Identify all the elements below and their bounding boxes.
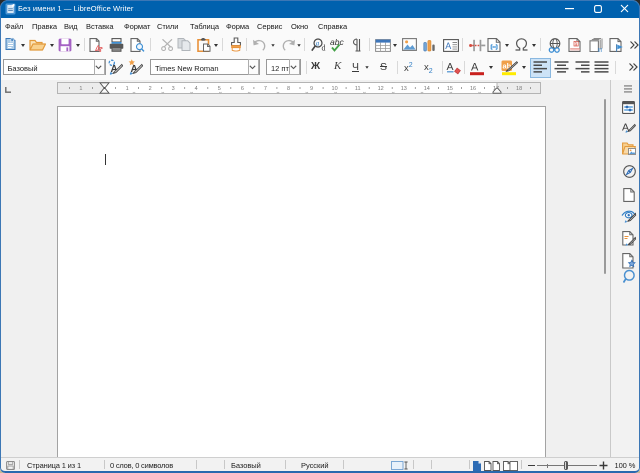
svg-text:16: 16 [470, 86, 476, 92]
svg-text:d: d [322, 44, 326, 53]
svg-text:[i]: [i] [598, 48, 603, 52]
svg-text:8: 8 [287, 86, 290, 92]
svg-text:15: 15 [447, 86, 453, 92]
svg-text:5: 5 [218, 86, 221, 92]
svg-text:A: A [447, 61, 454, 73]
svg-text:A: A [471, 61, 479, 73]
svg-text:4: 4 [195, 86, 198, 92]
svg-text:1: 1 [79, 86, 82, 92]
svg-text:a: a [316, 40, 320, 48]
svg-text:10: 10 [332, 86, 338, 92]
svg-text:A: A [445, 41, 451, 51]
svg-text:2: 2 [149, 86, 152, 92]
svg-text:7: 7 [264, 86, 267, 92]
svg-text:3: 3 [172, 86, 175, 92]
svg-text:9: 9 [310, 86, 313, 92]
svg-text:14: 14 [424, 86, 430, 92]
svg-text:12: 12 [378, 86, 384, 92]
svg-text:18: 18 [516, 86, 522, 92]
svg-text:abc: abc [330, 38, 344, 47]
svg-text:1: 1 [126, 86, 129, 92]
svg-text:6: 6 [241, 86, 244, 92]
svg-text:13: 13 [401, 86, 407, 92]
svg-text:11: 11 [355, 86, 361, 92]
